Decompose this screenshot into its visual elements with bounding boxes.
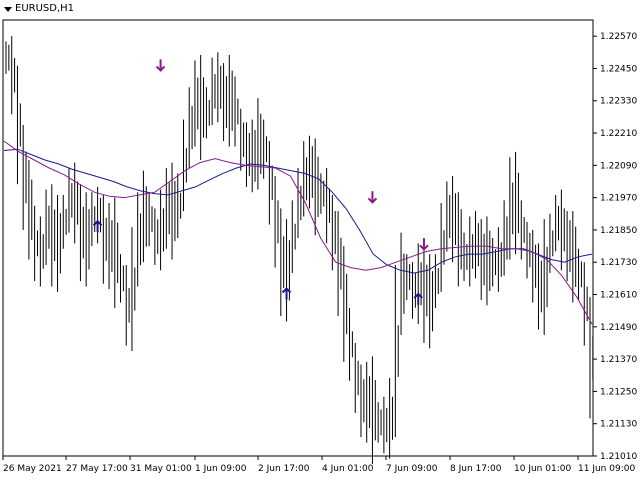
x-tick-label: 2 Jun 17:00 bbox=[258, 464, 310, 474]
y-tick-label: 1.21250 bbox=[600, 387, 637, 397]
x-tick-label: 10 Jun 01:00 bbox=[514, 464, 571, 474]
y-tick-label: 1.21970 bbox=[600, 194, 637, 204]
x-tick-label: 31 May 01:00 bbox=[130, 464, 192, 474]
y-tick-label: 1.22090 bbox=[600, 161, 637, 171]
signal-arrow-down-icon bbox=[367, 191, 378, 204]
signal-arrow-down-icon bbox=[155, 59, 166, 72]
y-tick-label: 1.22330 bbox=[600, 97, 637, 107]
y-tick-label: 1.22450 bbox=[600, 64, 637, 74]
x-tick-label: 8 Jun 17:00 bbox=[450, 464, 502, 474]
y-tick-label: 1.21490 bbox=[600, 323, 637, 333]
x-tick-label: 7 Jun 09:00 bbox=[386, 464, 438, 474]
chart-svg: 1.22570 1.22450 1.22330 1.22210 1.22090 1.219… bbox=[2, 19, 637, 474]
y-tick-label: 1.21370 bbox=[600, 355, 637, 365]
symbol-label: EURUSD,H1 bbox=[15, 3, 75, 14]
y-tick-label: 1.21130 bbox=[600, 420, 637, 430]
chart-title: EURUSD,H1 bbox=[4, 3, 74, 14]
x-tick-label: 11 Jun 09:00 bbox=[578, 464, 635, 474]
y-tick-label: 1.22210 bbox=[600, 129, 637, 139]
y-tick-label: 1.21850 bbox=[600, 226, 637, 236]
y-tick-label: 1.21730 bbox=[600, 258, 637, 268]
triangle-down-icon[interactable] bbox=[4, 6, 12, 12]
x-tick-label: 1 Jun 09:00 bbox=[195, 464, 247, 474]
y-tick-label: 1.21010 bbox=[600, 452, 637, 462]
y-tick-label: 1.21610 bbox=[600, 291, 637, 301]
x-tick-label: 26 May 2021 bbox=[3, 464, 62, 474]
x-tick-label: 4 Jun 01:00 bbox=[322, 464, 374, 474]
x-tick-label: 27 May 17:00 bbox=[66, 464, 128, 474]
y-tick-label: 1.22570 bbox=[600, 32, 637, 42]
signal-arrow-down-icon bbox=[419, 238, 429, 251]
chart-area[interactable]: EURUSD,H1 1.22570 1.22450 1.22330 1.22210 1.… bbox=[0, 0, 640, 480]
